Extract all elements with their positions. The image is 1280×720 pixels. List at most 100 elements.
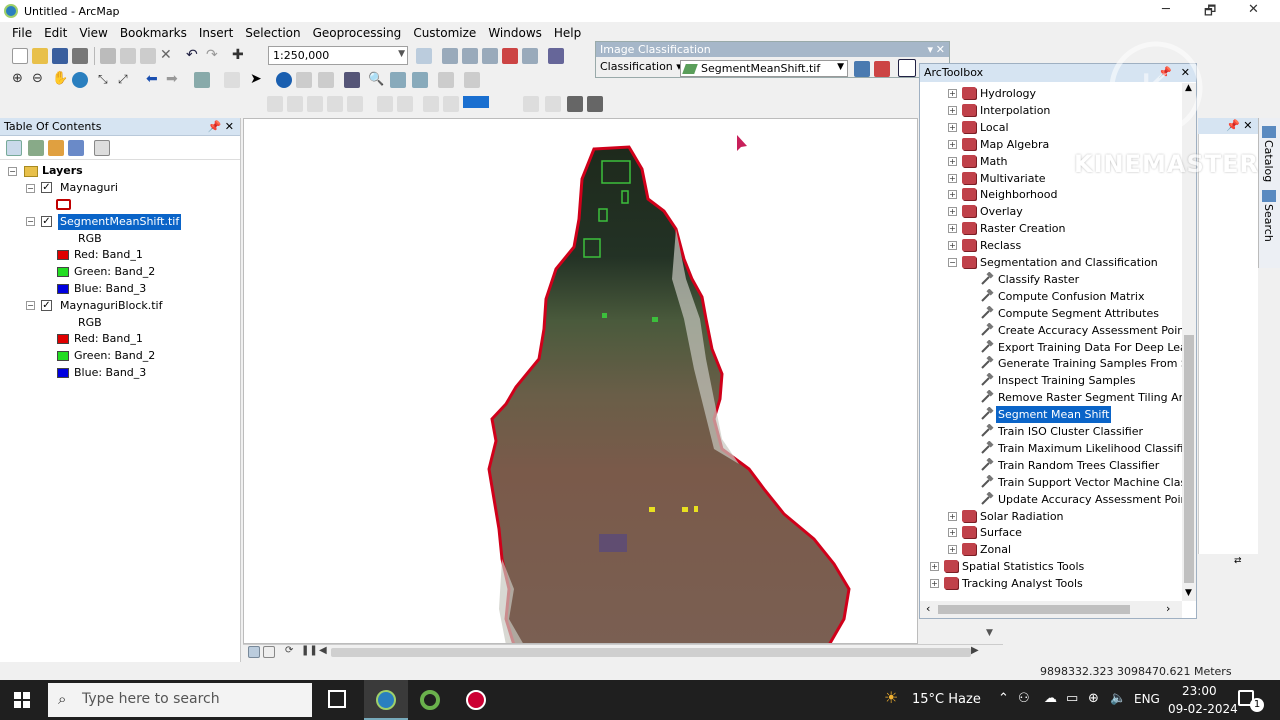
- horizontal-scrollbar[interactable]: ‹ ›: [920, 601, 1182, 618]
- expand-icon[interactable]: +: [930, 562, 939, 572]
- fixed-zoom-out-icon[interactable]: ⤢: [118, 72, 134, 88]
- zoom-out-icon[interactable]: ⊖: [32, 72, 48, 88]
- tool-2-icon[interactable]: [287, 96, 303, 112]
- back-icon[interactable]: ⬅: [146, 72, 162, 88]
- tool-6-icon[interactable]: [377, 96, 393, 112]
- clear-selection-icon[interactable]: [224, 72, 240, 88]
- expand-icon[interactable]: +: [948, 105, 957, 115]
- close-button[interactable]: ✕: [1248, 2, 1259, 17]
- map-scrollbar[interactable]: ⟳ ❚❚ ◀ ▶: [243, 644, 1003, 660]
- editor-icon[interactable]: [416, 48, 432, 64]
- scroll-right-icon[interactable]: ›: [1166, 602, 1170, 615]
- people-icon[interactable]: ⚇: [1018, 691, 1030, 706]
- clock-time[interactable]: 23:00: [1182, 684, 1217, 698]
- scroll-down-icon[interactable]: ▼: [986, 628, 993, 638]
- classify-icon[interactable]: [874, 61, 890, 77]
- collapse-icon[interactable]: −: [26, 184, 35, 193]
- layer-checkbox[interactable]: ✓: [41, 216, 52, 227]
- horizontal-scroll-thumb[interactable]: [938, 605, 1130, 614]
- menu-edit[interactable]: Edit: [38, 26, 73, 40]
- toolset-item[interactable]: Multivariate: [980, 170, 1046, 187]
- add-data-icon[interactable]: ✚: [232, 48, 248, 64]
- tool-item[interactable]: Inspect Training Samples: [998, 372, 1135, 389]
- toolbox-item[interactable]: Tracking Analyst Tools: [962, 575, 1083, 592]
- tool-item[interactable]: Compute Segment Attributes: [998, 305, 1159, 322]
- volume-icon[interactable]: 🔈: [1110, 691, 1126, 706]
- tool-3-icon[interactable]: [307, 96, 323, 112]
- tool-1-icon[interactable]: [267, 96, 283, 112]
- expand-icon[interactable]: +: [948, 545, 957, 555]
- collapse-icon[interactable]: −: [26, 217, 35, 226]
- catalog-tab[interactable]: Catalog: [1262, 140, 1275, 182]
- pause-icon[interactable]: ❚❚: [301, 645, 318, 661]
- vertical-scroll-thumb[interactable]: [1184, 335, 1194, 583]
- tool-item[interactable]: Compute Confusion Matrix: [998, 288, 1145, 305]
- pan-icon[interactable]: ✋: [52, 72, 68, 88]
- polygon-symbol[interactable]: [56, 199, 71, 210]
- menu-customize[interactable]: Customize: [407, 26, 482, 40]
- pin-icon[interactable]: 📌: [1158, 66, 1172, 79]
- layer-name-segmentmeanshift[interactable]: SegmentMeanShift.tif: [58, 214, 182, 230]
- data-view-icon[interactable]: [248, 646, 260, 658]
- expand-icon[interactable]: +: [948, 139, 957, 149]
- tool-item[interactable]: Train ISO Cluster Classifier: [998, 423, 1143, 440]
- toolset-item[interactable]: Math: [980, 153, 1008, 170]
- search-window-icon[interactable]: [482, 48, 498, 64]
- layer-name-maynaguri[interactable]: Maynaguri: [60, 180, 118, 196]
- toolset-item[interactable]: Zonal: [980, 541, 1011, 558]
- task-view-icon[interactable]: [328, 690, 346, 708]
- onedrive-icon[interactable]: ☁: [1044, 691, 1057, 706]
- options-icon[interactable]: [94, 140, 110, 156]
- expand-icon[interactable]: +: [948, 528, 957, 538]
- arctoolbox-icon[interactable]: [502, 48, 518, 64]
- list-by-source-icon[interactable]: [28, 140, 44, 156]
- save-icon[interactable]: [52, 48, 68, 64]
- collapse-icon[interactable]: −: [8, 167, 17, 176]
- expand-icon[interactable]: +: [948, 173, 957, 183]
- expand-icon[interactable]: +: [930, 579, 939, 589]
- tool-4-icon[interactable]: [327, 96, 343, 112]
- tool-13-icon[interactable]: [587, 96, 603, 112]
- draw-polygon-icon[interactable]: [898, 59, 916, 77]
- tool-item[interactable]: Export Training Data For Deep Learni: [998, 339, 1182, 356]
- classification-menu[interactable]: Classification ▾: [600, 60, 682, 73]
- search-tab[interactable]: Search: [1262, 204, 1275, 242]
- menu-help[interactable]: Help: [548, 26, 587, 40]
- map-display[interactable]: [243, 118, 918, 644]
- expand-icon[interactable]: −: [948, 258, 957, 267]
- list-by-drawing-order-icon[interactable]: [6, 140, 22, 156]
- list-by-visibility-icon[interactable]: [48, 140, 64, 156]
- identify-icon[interactable]: [276, 72, 292, 88]
- tool-10-icon[interactable]: [523, 96, 539, 112]
- expand-icon[interactable]: +: [948, 224, 957, 234]
- menu-insert[interactable]: Insert: [193, 26, 239, 40]
- scroll-down-icon[interactable]: ▼: [1185, 588, 1192, 598]
- menu-file[interactable]: File: [6, 26, 38, 40]
- close-icon[interactable]: ✕: [936, 42, 945, 57]
- viewer-icon[interactable]: [464, 72, 480, 88]
- paste-icon[interactable]: [140, 48, 156, 64]
- layer-checkbox[interactable]: ✓: [41, 182, 52, 193]
- refresh-icon[interactable]: ⟳: [285, 645, 301, 661]
- restore-button[interactable]: 🗗: [1204, 2, 1216, 24]
- toolset-item[interactable]: Solar Radiation: [980, 508, 1064, 525]
- measure-icon[interactable]: [344, 72, 360, 88]
- tool-9-icon[interactable]: [443, 96, 459, 112]
- taskbar-search-input[interactable]: ⌕ Type here to search: [48, 683, 312, 717]
- hyperlink-icon[interactable]: [296, 72, 312, 88]
- scroll-icon[interactable]: ⇄: [1234, 556, 1242, 566]
- fixed-zoom-in-icon[interactable]: ⤡: [98, 72, 114, 88]
- toolset-item[interactable]: Map Algebra: [980, 136, 1049, 153]
- redo-icon[interactable]: ↷: [206, 48, 222, 64]
- tool-item[interactable]: Train Random Trees Classifier: [998, 457, 1159, 474]
- time-slider-icon[interactable]: [438, 72, 454, 88]
- pin-close-icon[interactable]: 📌 ✕: [1226, 119, 1252, 132]
- expand-icon[interactable]: +: [948, 156, 957, 166]
- network-icon[interactable]: ⊕: [1088, 691, 1099, 706]
- tool-item[interactable]: Train Maximum Likelihood Classifier: [998, 440, 1182, 457]
- tool-item[interactable]: Create Accuracy Assessment Points: [998, 322, 1182, 339]
- tool-8-icon[interactable]: [423, 96, 439, 112]
- toolset-item[interactable]: Raster Creation: [980, 220, 1066, 237]
- toolset-item[interactable]: Reclass: [980, 237, 1021, 254]
- tool-12-icon[interactable]: [567, 96, 583, 112]
